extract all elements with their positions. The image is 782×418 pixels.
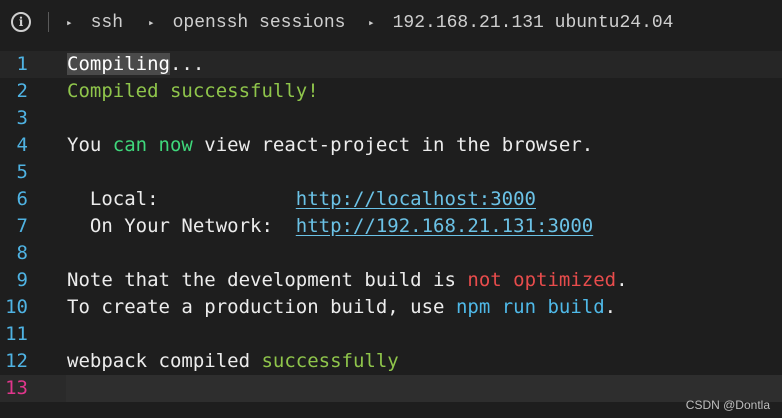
watermark: CSDN @Dontla — [685, 398, 770, 412]
terminal-line: 8 — [0, 240, 782, 267]
chevron-right-icon: ▸ — [66, 18, 73, 30]
terminal-line: 3 — [0, 105, 782, 132]
line-text: Compiled successfully! — [67, 78, 319, 105]
breadcrumb-label: openssh sessions — [172, 13, 346, 33]
breadcrumb-label: 192.168.21.131 ubuntu24.04 — [392, 13, 674, 33]
text-segment: Note that the development build is — [67, 269, 468, 291]
terminal-line: 4 You can now view react-project in the b… — [0, 132, 782, 159]
line-number: 9 — [16, 269, 28, 291]
line-text: Compiling... — [67, 51, 204, 78]
terminal-line: 13 — [0, 375, 782, 402]
text-segment: You — [67, 134, 113, 156]
line-number: 5 — [16, 161, 28, 183]
line-text: Note that the development build is not o… — [67, 267, 628, 294]
terminal-line: 2 Compiled successfully! — [0, 78, 782, 105]
text-segment: can now — [112, 134, 193, 156]
line-number: 11 — [5, 323, 28, 345]
chevron-right-icon: ▸ — [148, 18, 155, 30]
line-number: 6 — [16, 188, 28, 210]
url-link[interactable]: http://localhost:3000 — [296, 188, 536, 210]
text-segment: ... — [169, 53, 205, 75]
line-text: You can now view react-project in the br… — [67, 132, 593, 159]
line-number: 2 — [16, 80, 28, 102]
line-number: 12 — [5, 350, 28, 372]
line-number: 13 — [5, 377, 28, 399]
breadcrumb-item-openssh-sessions[interactable]: ▸ openssh sessions — [148, 13, 345, 33]
text-segment: To create a production build, use — [67, 296, 456, 318]
chevron-right-icon: ▸ — [368, 18, 375, 30]
line-text: To create a production build, use npm ru… — [67, 294, 616, 321]
line-number: 10 — [5, 296, 28, 318]
terminal-output[interactable]: 1 Compiling... 2 Compiled successfully! 3 4 Yo… — [0, 51, 782, 402]
line-number: 8 — [16, 242, 28, 264]
terminal-line: 6 Local: http://localhost:3000 — [0, 186, 782, 213]
line-number: 4 — [16, 134, 28, 156]
text-segment: Compiled successfully! — [67, 80, 319, 102]
text-segment: Local: — [67, 188, 296, 210]
text-segment: . — [616, 269, 628, 291]
line-text: webpack compiled successfully — [67, 348, 399, 375]
line-number: 7 — [16, 215, 28, 237]
text-segment: not optimized — [467, 269, 617, 291]
breadcrumb-item-ssh[interactable]: ▸ ssh — [66, 13, 123, 33]
line-text: Local: http://localhost:3000 — [67, 186, 536, 213]
terminal-line: 5 — [0, 159, 782, 186]
terminal-line: 12 webpack compiled successfully — [0, 348, 782, 375]
url-link[interactable]: http://192.168.21.131:3000 — [296, 215, 593, 237]
text-segment: . — [604, 296, 617, 318]
selected-text: Compiling — [67, 53, 170, 75]
breadcrumb-item-host[interactable]: ▸ 192.168.21.131 ubuntu24.04 — [368, 13, 673, 33]
text-segment: webpack compiled — [67, 350, 262, 372]
breadcrumb-label: ssh — [90, 13, 124, 33]
line-number: 1 — [16, 53, 28, 75]
line-text: On Your Network: http://192.168.21.131:3… — [67, 213, 593, 240]
text-segment: npm run build — [455, 296, 605, 318]
terminal-line: 10 To create a production build, use npm … — [0, 294, 782, 321]
terminal-line: 1 Compiling... — [0, 51, 782, 78]
terminal-window: i ▸ ssh ▸ openssh sessions ▸ 192.168.21.… — [0, 0, 782, 418]
text-segment: successfully — [261, 350, 399, 372]
breadcrumb: i ▸ ssh ▸ openssh sessions ▸ 192.168.21.… — [0, 0, 782, 48]
breadcrumb-divider — [48, 12, 49, 32]
terminal-line: 7 On Your Network: http://192.168.21.131… — [0, 213, 782, 240]
info-icon[interactable]: i — [11, 12, 31, 32]
terminal-line: 11 — [0, 321, 782, 348]
text-segment: view react-project in the browser. — [192, 134, 594, 156]
line-number: 3 — [16, 107, 28, 129]
terminal-line: 9 Note that the development build is not … — [0, 267, 782, 294]
text-segment: On Your Network: — [67, 215, 296, 237]
